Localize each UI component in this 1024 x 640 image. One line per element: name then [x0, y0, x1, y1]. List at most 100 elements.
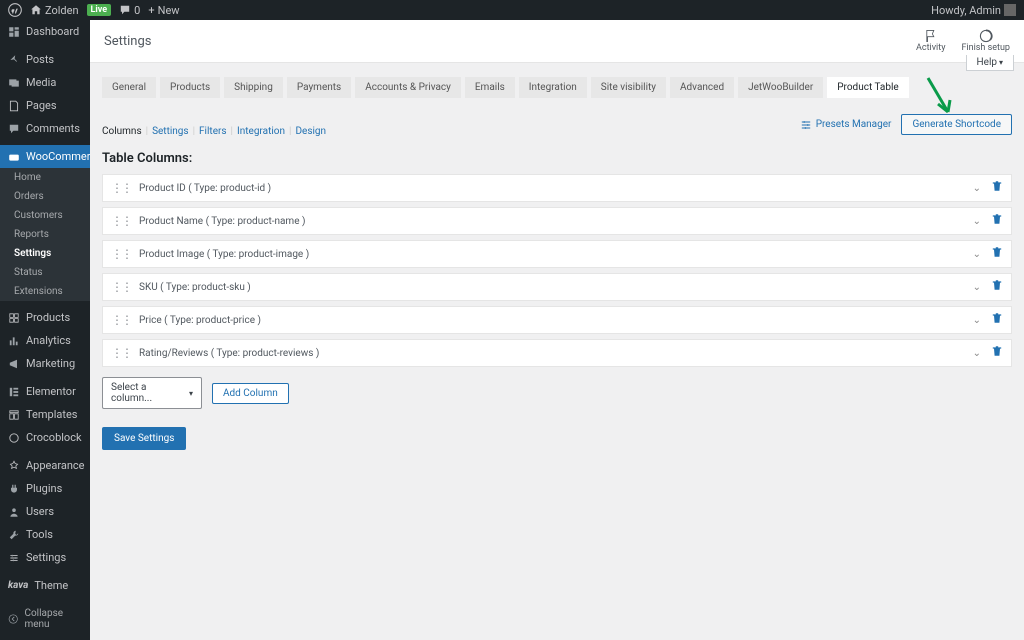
expand-toggle[interactable]: ⌄ [973, 282, 981, 293]
expand-toggle[interactable]: ⌄ [973, 315, 981, 326]
drag-handle-icon[interactable]: ⋮⋮ [111, 313, 131, 327]
delete-column-button[interactable] [991, 213, 1003, 229]
wp-logo[interactable] [8, 3, 22, 17]
products-icon [8, 312, 20, 324]
column-row: ⋮⋮Product ID ( Type: product-id )⌄ [102, 174, 1012, 202]
sidebar-subitem-settings[interactable]: Settings [0, 244, 90, 263]
generate-shortcode-button[interactable]: Generate Shortcode [901, 114, 1012, 135]
expand-toggle[interactable]: ⌄ [973, 249, 981, 260]
sidebar-item-marketing[interactable]: Marketing [0, 352, 90, 375]
analytics-icon [8, 335, 20, 347]
sidebar-item-kava-theme[interactable]: kavaTheme [0, 574, 90, 597]
sidebar-item-dashboard[interactable]: Dashboard [0, 20, 90, 43]
tab-integration[interactable]: Integration [519, 77, 587, 98]
content-header: Settings Activity Finish setup [90, 20, 1024, 63]
sidebar-item-tools[interactable]: Tools [0, 523, 90, 546]
expand-toggle[interactable]: ⌄ [973, 183, 981, 194]
tab-product-table[interactable]: Product Table [827, 77, 908, 98]
subtabs: Columns | Settings | Filters | Integrati… [102, 126, 326, 137]
delete-column-button[interactable] [991, 246, 1003, 262]
delete-column-button[interactable] [991, 312, 1003, 328]
tab-payments[interactable]: Payments [287, 77, 351, 98]
admin-sidebar: Dashboard PostsMedia Pages Comments WooComme… [0, 20, 90, 640]
tab-products[interactable]: Products [160, 77, 220, 98]
sidebar-subitem-status[interactable]: Status [0, 263, 90, 282]
delete-column-button[interactable] [991, 345, 1003, 361]
sidebar-subitem-home[interactable]: Home [0, 168, 90, 187]
column-row: ⋮⋮SKU ( Type: product-sku )⌄ [102, 273, 1012, 301]
tab-general[interactable]: General [102, 77, 156, 98]
tab-shipping[interactable]: Shipping [224, 77, 283, 98]
drag-handle-icon[interactable]: ⋮⋮ [111, 181, 131, 195]
sidebar-subitem-reports[interactable]: Reports [0, 225, 90, 244]
subtab-settings[interactable]: Settings [152, 126, 189, 137]
tab-accounts-privacy[interactable]: Accounts & Privacy [355, 77, 461, 98]
presets-manager-button[interactable]: Presets Manager [800, 119, 892, 131]
sidebar-item-label: Templates [26, 408, 77, 421]
sidebar-item-templates[interactable]: Templates [0, 403, 90, 426]
home-icon [30, 4, 42, 16]
body-inner: GeneralProductsShippingPaymentsAccounts … [90, 63, 1024, 464]
delete-column-button[interactable] [991, 279, 1003, 295]
subtab-columns[interactable]: Columns [102, 126, 142, 137]
trash-icon [991, 279, 1003, 291]
sidebar-item-label: Dashboard [26, 25, 79, 38]
sidebar-subitem-orders[interactable]: Orders [0, 187, 90, 206]
drag-handle-icon[interactable]: ⋮⋮ [111, 214, 131, 228]
comments-link[interactable]: 0 [119, 4, 140, 17]
collapse-label: Collapse menu [24, 608, 82, 630]
tab-site-visibility[interactable]: Site visibility [591, 77, 666, 98]
sidebar-item-pages[interactable]: Pages [0, 94, 90, 117]
sidebar-item-label: Users [26, 505, 54, 518]
sidebar-item-label: Analytics [26, 334, 71, 347]
subtab-design[interactable]: Design [295, 126, 326, 137]
sidebar-item-label: Pages [26, 99, 57, 112]
sidebar-item-plugins[interactable]: Plugins [0, 477, 90, 500]
wordpress-icon [8, 3, 22, 17]
subtab-integration[interactable]: Integration [237, 126, 285, 137]
sidebar-item-analytics[interactable]: Analytics [0, 329, 90, 352]
content-area: Settings Activity Finish setup Help Gene… [90, 20, 1024, 640]
collapse-menu-button[interactable]: Collapse menu [0, 602, 90, 636]
admin-bar-right: Howdy, Admin [931, 4, 1016, 17]
column-row: ⋮⋮Product Image ( Type: product-image )⌄ [102, 240, 1012, 268]
tab-jetwoobuilder[interactable]: JetWooBuilder [738, 77, 823, 98]
tab-advanced[interactable]: Advanced [670, 77, 734, 98]
tab-emails[interactable]: Emails [465, 77, 515, 98]
drag-handle-icon[interactable]: ⋮⋮ [111, 247, 131, 261]
sidebar-item-appearance[interactable]: Appearance [0, 454, 90, 477]
sidebar-subitem-extensions[interactable]: Extensions [0, 282, 90, 301]
expand-toggle[interactable]: ⌄ [973, 348, 981, 359]
sidebar-item-users[interactable]: Users [0, 500, 90, 523]
expand-toggle[interactable]: ⌄ [973, 216, 981, 227]
sidebar-item-products[interactable]: Products [0, 306, 90, 329]
sidebar-item-elementor[interactable]: Elementor [0, 380, 90, 403]
save-settings-button[interactable]: Save Settings [102, 427, 186, 450]
sidebar-subitem-customers[interactable]: Customers [0, 206, 90, 225]
sidebar-item-woocommerce[interactable]: WooCommerce [0, 145, 90, 168]
subtab-filters[interactable]: Filters [199, 126, 227, 137]
flag-icon [924, 29, 938, 43]
settings-icon [8, 552, 20, 564]
drag-handle-icon[interactable]: ⋮⋮ [111, 280, 131, 294]
live-badge: Live [87, 4, 112, 16]
sidebar-item-posts[interactable]: Posts [0, 48, 90, 71]
drag-handle-icon[interactable]: ⋮⋮ [111, 346, 131, 360]
finish-setup-button[interactable]: Finish setup [961, 29, 1010, 53]
sidebar-item-comments[interactable]: Comments [0, 117, 90, 140]
trash-icon [991, 312, 1003, 324]
site-link[interactable]: Zolden [30, 4, 79, 17]
activity-button[interactable]: Activity [916, 29, 945, 53]
new-link[interactable]: + New [148, 4, 179, 17]
help-tab[interactable]: Help [966, 55, 1014, 71]
progress-icon [979, 29, 993, 43]
sidebar-item-label: WooCommerce [26, 150, 90, 163]
column-label: Price ( Type: product-price ) [139, 315, 261, 326]
delete-column-button[interactable] [991, 180, 1003, 196]
sidebar-item-settings[interactable]: Settings [0, 546, 90, 569]
select-column-dropdown[interactable]: Select a column... ▾ [102, 377, 202, 409]
howdy-link[interactable]: Howdy, Admin [931, 4, 1016, 17]
sidebar-item-media[interactable]: Media [0, 71, 90, 94]
sidebar-item-crocoblock[interactable]: Crocoblock [0, 426, 90, 449]
add-column-button[interactable]: Add Column [212, 383, 289, 404]
